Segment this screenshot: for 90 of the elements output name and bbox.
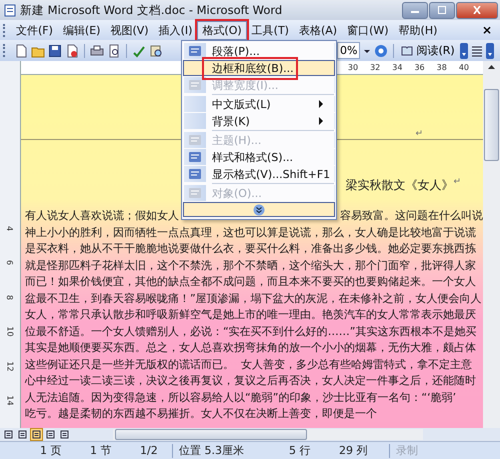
body-text-line: 而已！如果价钱便宜，其他的缺点全都不成问题，而且本来不要买的也要购储起来。一个女人 (25, 274, 476, 290)
zoom-field[interactable]: 0% (337, 42, 360, 59)
menu-item[interactable]: 中文版式(L) (183, 96, 335, 112)
body-text-line: 就是怪那匹料子花样太旧，这个不禁洗，那个不禁晒，这个缩头大，那个门面窄，批评得人家 (25, 258, 476, 274)
body-text-line: 其实是她顺便要买东西。总之，女人总喜欢拐弯抹角的放一个小小的烟幕，无伤大雅，颇占体 (25, 340, 476, 356)
save-icon[interactable] (48, 44, 62, 58)
body-text-line: 吃亏。越是柔韧的东西越不易摧折。女人不仅在决断上善变，即便是一个 (25, 406, 377, 422)
body-text-line: 心中经过一读二读三读，决议之後再复议，复议之后再否决，女人决定一件事之后，还能随时 (25, 373, 476, 389)
body-text-line: 位最不舒适。一个女人馈赠别人，必说：“实在买不到什么好的……”其实这东西根本不是她买 (25, 324, 476, 340)
menu-item[interactable]: 背景(K) (183, 113, 335, 129)
spelling-icon[interactable] (132, 44, 146, 58)
menu-item[interactable]: 文件(F) (11, 20, 58, 40)
ruler-number: 34 (392, 63, 402, 72)
menu-item[interactable]: 工具(T) (246, 20, 294, 40)
body-text-line: 盆最不卫生，到春天容易喉咙痛！”屋顶渗漏，塌下盆大的灰泥，在未修补之前，女人便会向人 (25, 290, 482, 306)
ruler-number: 6 (6, 260, 14, 266)
document-title: 梁实秋散文《女人》 (345, 177, 454, 194)
menu-item[interactable]: 样式和格式(S)... (183, 149, 335, 165)
close-document-icon[interactable]: × (482, 23, 492, 37)
ruler-number: 4 (6, 226, 14, 231)
menu-item[interactable]: 窗口(W) (342, 20, 394, 40)
body-text-line: 神上小小的胜利，因而牺牲一点点真理，这也可以算是说谎，那么，女人确是比较地富于说谎 (25, 224, 476, 240)
scroll-thumb[interactable] (484, 89, 499, 161)
print-preview-icon[interactable] (107, 44, 121, 58)
status-text: 5 行 (289, 443, 312, 458)
read-button[interactable]: 阅读(R) (399, 43, 457, 58)
paragraph-mark: ↵ (453, 177, 461, 189)
menu-item[interactable]: 显示格式(V)...Shift+F1 (183, 166, 335, 182)
menu-item-icon (188, 186, 202, 200)
chevron-down-icon (253, 204, 265, 216)
ruler-number: 32 (370, 63, 380, 72)
toolbar-options-icon[interactable] (486, 42, 494, 58)
ruler-number: 10 (6, 326, 14, 337)
permission-icon[interactable] (65, 44, 79, 58)
ruler-number: 12 (6, 361, 14, 372)
document-icon (4, 4, 16, 16)
menu-item[interactable]: 插入(I) (154, 20, 198, 40)
print-icon[interactable] (90, 44, 104, 58)
ruler-number: 36 (414, 63, 425, 72)
ruler-number: 14 (6, 396, 14, 406)
menu-item[interactable]: 视图(V) (105, 20, 154, 40)
body-text-line: 是买衣料，她从不干干脆脆地说要做什么衣，要买什么料，准备出多少钱。她必定要东挑西拣 (25, 241, 476, 257)
ruler-number: 30 (348, 63, 358, 72)
ruler-number: 8 (6, 294, 14, 300)
close-icon (472, 6, 482, 14)
research-icon[interactable] (149, 44, 163, 58)
menu-item[interactable]: 帮助(H) (394, 20, 442, 40)
menu-item[interactable]: 段落(P)... (183, 43, 335, 59)
menu-item-icon (188, 44, 202, 58)
ruler-number: 38 (436, 63, 447, 72)
body-text-line: 人无法追随。因为变得急速，所以容易给人以“脆弱”的印象，沙士比亚有一名句：“‘脆弱’ (25, 390, 456, 406)
view-button[interactable] (3, 429, 14, 440)
status-text: 29 列 (339, 443, 368, 458)
menu-item[interactable]: 编辑(E) (58, 20, 106, 40)
scroll-thumb[interactable] (115, 429, 307, 440)
view-button[interactable] (31, 429, 42, 440)
submenu-arrow-icon (318, 117, 324, 125)
view-button[interactable] (45, 429, 56, 440)
menu-item-icon (188, 150, 202, 164)
status-text: 1 节 (90, 443, 112, 458)
body-text-line: 容易致富。这问题在什么叫说 (340, 208, 483, 224)
body-text-line: 有人说女人喜欢说谎；假如女人 (25, 208, 179, 224)
toolbar-options-icon[interactable] (460, 42, 468, 58)
vertical-scrollbar[interactable] (483, 61, 500, 428)
menu-item-icon (188, 78, 202, 92)
window-title: 新建 Microsoft Word 文档.doc - Microsoft Word (20, 2, 282, 18)
maximize-icon (437, 6, 447, 14)
menu-item[interactable]: 格式(O) (197, 20, 247, 40)
align-justify-icon[interactable] (470, 44, 483, 56)
help-icon[interactable] (374, 44, 388, 58)
maximize-button[interactable] (429, 2, 455, 18)
paragraph-mark: ↵ (415, 129, 423, 139)
view-button[interactable] (59, 429, 70, 440)
menu-item-icon (188, 133, 202, 147)
close-button[interactable] (456, 2, 498, 18)
body-text-line: 女人，常常只承认散步和呼吸新鲜空气是她上市的唯一理由。艳羡汽车的女人常常表示她最厌 (25, 307, 476, 323)
new-document-icon[interactable] (14, 44, 28, 58)
book-icon (401, 46, 414, 56)
status-text: 1/2 (140, 444, 159, 457)
menu-item-icon (188, 167, 202, 181)
status-text: 1 页 (40, 443, 62, 458)
expand-menu-button[interactable] (183, 202, 335, 217)
horizontal-scrollbar[interactable] (113, 429, 423, 440)
body-text-line: 这些例证还只是一些并无版权的谎话而已。 女人善变，多少总有些哈姆雷特式，拿不定主意 (25, 356, 472, 372)
submenu-arrow-icon (318, 100, 324, 108)
minimize-button[interactable] (402, 2, 428, 18)
ruler-number: 40 (458, 63, 469, 72)
view-button[interactable] (17, 429, 28, 440)
menu-item[interactable]: 表格(A) (294, 20, 342, 40)
status-text: 位置 5.3厘米 (178, 443, 245, 458)
